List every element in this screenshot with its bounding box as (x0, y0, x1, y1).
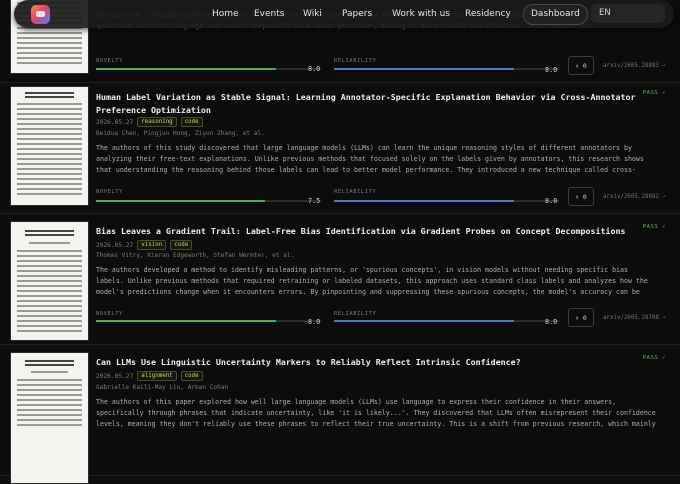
reliability-bar-fill (334, 200, 514, 202)
paper-meta: 2026.05.27 vision code (96, 240, 193, 250)
reliability-score: 8.0 (545, 318, 558, 326)
pass-badge: PASS ✓ (642, 224, 666, 230)
paper-authors: Thomas Vitry, Kieran Edgeworth, Stefan W… (96, 252, 295, 259)
novelty-score: 8.0 (308, 318, 321, 326)
language-value: EN (599, 8, 611, 18)
reliability-score: 8.0 (545, 66, 558, 74)
paper-title[interactable]: Can LLMs Use Linguistic Uncertainty Mark… (96, 356, 636, 369)
reliability-score: 8.0 (545, 197, 558, 205)
arxiv-link[interactable]: arxiv/2605.28708 → (603, 315, 666, 321)
tag-code[interactable]: code (180, 371, 203, 381)
novelty-label: NOVELTY (96, 189, 123, 195)
tag-vision[interactable]: vision (137, 240, 167, 250)
reliability-bar (334, 200, 559, 202)
paper-card[interactable]: Human Label Variation as Stable Signal: … (0, 83, 680, 214)
paper-date: 2026.05.27 (96, 241, 134, 249)
nav-dashboard[interactable]: Dashboard (523, 4, 588, 25)
tag-reasoning[interactable]: reasoning (137, 117, 177, 127)
novelty-bar-fill (96, 320, 276, 322)
reliability-bar-fill (334, 68, 514, 70)
novelty-score: 8.0 (308, 65, 321, 73)
paper-feed: perspective, language-conditioned, and a… (0, 0, 680, 484)
paper-meta: 2026.05.27 reasoning code (96, 117, 203, 127)
paper-abstract: The authors of this study discovered tha… (96, 144, 644, 174)
reliability-bar-fill (334, 320, 514, 322)
paper-authors: Beidua Chen, Pingjun Hong, Ziyun Zhang, … (96, 130, 265, 137)
site-logo[interactable] (31, 5, 50, 24)
arxiv-link[interactable]: arxiv/2605.28883 → (603, 63, 666, 69)
novelty-bar (96, 200, 321, 202)
novelty-bar (96, 68, 321, 70)
tag-code[interactable]: code (170, 240, 193, 250)
reliability-bar (334, 320, 559, 322)
tag-code[interactable]: code (180, 117, 203, 127)
novelty-label: NOVELTY (96, 311, 123, 317)
nav-papers[interactable]: Papers (342, 9, 372, 19)
nav-wiki[interactable]: Wiki (303, 9, 322, 19)
tag-alignment[interactable]: alignment (137, 371, 177, 381)
paper-title[interactable]: Human Label Variation as Stable Signal: … (96, 91, 636, 116)
paper-title[interactable]: Bias Leaves a Gradient Trail: Label-Free… (96, 225, 636, 238)
reliability-label: RELIABILITY (334, 58, 377, 64)
novelty-label: NOVELTY (96, 58, 123, 64)
upvote-button[interactable]: ↑ 0 (568, 308, 594, 327)
arxiv-link[interactable]: arxiv/2605.28082 → (603, 194, 666, 200)
paper-abstract: The authors of this paper explored how w… (96, 398, 656, 428)
pass-badge: PASS ✓ (642, 90, 666, 96)
upvote-button[interactable]: ↑ 0 (568, 187, 594, 206)
nav-home[interactable]: Home (212, 9, 239, 19)
language-select[interactable]: EN (591, 4, 665, 23)
reliability-label: RELIABILITY (334, 311, 377, 317)
nav-events[interactable]: Events (254, 9, 284, 19)
paper-abstract: The authors developed a method to identi… (96, 266, 648, 296)
paper-authors: Gabrielle Kaili-May Liu, Arman Cohan (96, 384, 229, 391)
novelty-bar-fill (96, 200, 265, 202)
novelty-bar-fill (96, 68, 276, 70)
paper-date: 2026.05.27 (96, 372, 134, 380)
nav-residency[interactable]: Residency (465, 9, 511, 19)
paper-meta: 2026.05.27 alignment code (96, 371, 203, 381)
paper-thumbnail[interactable] (10, 221, 89, 341)
upvote-button[interactable]: ↑ 0 (568, 56, 594, 75)
novelty-score: 7.5 (308, 197, 321, 205)
paper-card[interactable]: Can LLMs Use Linguistic Uncertainty Mark… (0, 345, 680, 484)
paper-thumbnail[interactable] (10, 86, 89, 206)
paper-thumbnail[interactable] (10, 352, 89, 484)
paper-card[interactable]: Bias Leaves a Gradient Trail: Label-Free… (0, 214, 680, 345)
novelty-bar (96, 320, 321, 322)
top-nav: Home Events Wiki Papers Work with us Res… (14, 0, 674, 28)
pass-badge: PASS ✓ (642, 355, 666, 361)
reliability-label: RELIABILITY (334, 189, 377, 195)
paper-date: 2026.05.27 (96, 118, 134, 126)
nav-work-with-us[interactable]: Work with us (392, 9, 450, 19)
reliability-bar (334, 68, 559, 70)
